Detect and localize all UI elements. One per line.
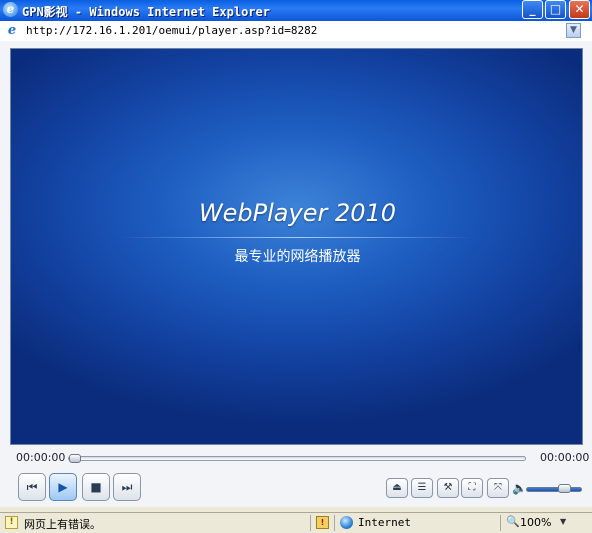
status-divider [500,515,501,531]
maximize-button[interactable]: □ [545,0,566,19]
video-area[interactable]: WebPlayer 2010 最专业的网络播放器 [10,48,583,445]
address-dropdown-button[interactable]: ▼ [566,23,581,38]
current-time: 00:00:00 [16,451,66,464]
window-title: GPN影视 - Windows Internet Explorer [22,5,270,19]
page-icon: e [7,23,17,38]
zoom-level[interactable]: 100% [520,516,551,529]
zoom-icon[interactable]: 🔍 [506,515,520,528]
fullscreen-button[interactable]: ⛶ [461,478,483,498]
status-divider [310,515,311,531]
brand-divider [121,237,474,238]
ie-logo-icon: e [3,2,18,17]
address-url[interactable]: http://172.16.1.201/oemui/player.asp?id=… [26,24,317,37]
fit-screen-button[interactable]: ⤧ [487,478,509,498]
status-bar: ! 网页上有错误。 ! Internet 🔍 100% ▼ [0,512,592,533]
previous-button[interactable]: ⏮ [18,473,46,501]
security-warning-icon[interactable]: ! [316,516,329,529]
stop-button[interactable]: ■ [82,473,110,501]
seek-bar[interactable] [68,454,526,463]
address-bar[interactable]: e http://172.16.1.201/oemui/player.asp?i… [0,21,592,42]
globe-icon [340,516,353,529]
player-brand: WebPlayer 2010 [198,199,397,227]
zoom-dropdown-icon[interactable]: ▼ [560,517,566,526]
close-button[interactable]: ✕ [569,0,590,19]
next-button[interactable]: ⏭ [113,473,141,501]
title-bar: e GPN影视 - Windows Internet Explorer _ □ … [0,0,592,21]
tools-button[interactable]: ⚒ [437,478,459,498]
status-divider [334,515,335,531]
volume-slider[interactable] [526,487,582,492]
volume-icon[interactable]: 🔈 [512,481,527,495]
web-player: WebPlayer 2010 最专业的网络播放器 00:00:00 00:00:… [0,41,592,507]
error-icon[interactable]: ! [5,516,18,529]
minimize-button[interactable]: _ [522,0,543,19]
play-button[interactable]: ▶ [49,473,77,501]
seek-thumb[interactable] [69,454,81,463]
volume-thumb[interactable] [558,484,571,493]
security-zone: Internet [358,516,411,529]
playlist-button[interactable]: ☰ [411,478,433,498]
total-time: 00:00:00 [540,451,590,464]
player-tagline: 最专业的网络播放器 [234,249,361,265]
eject-button[interactable]: ⏏ [386,478,408,498]
status-message[interactable]: 网页上有错误。 [24,516,101,532]
